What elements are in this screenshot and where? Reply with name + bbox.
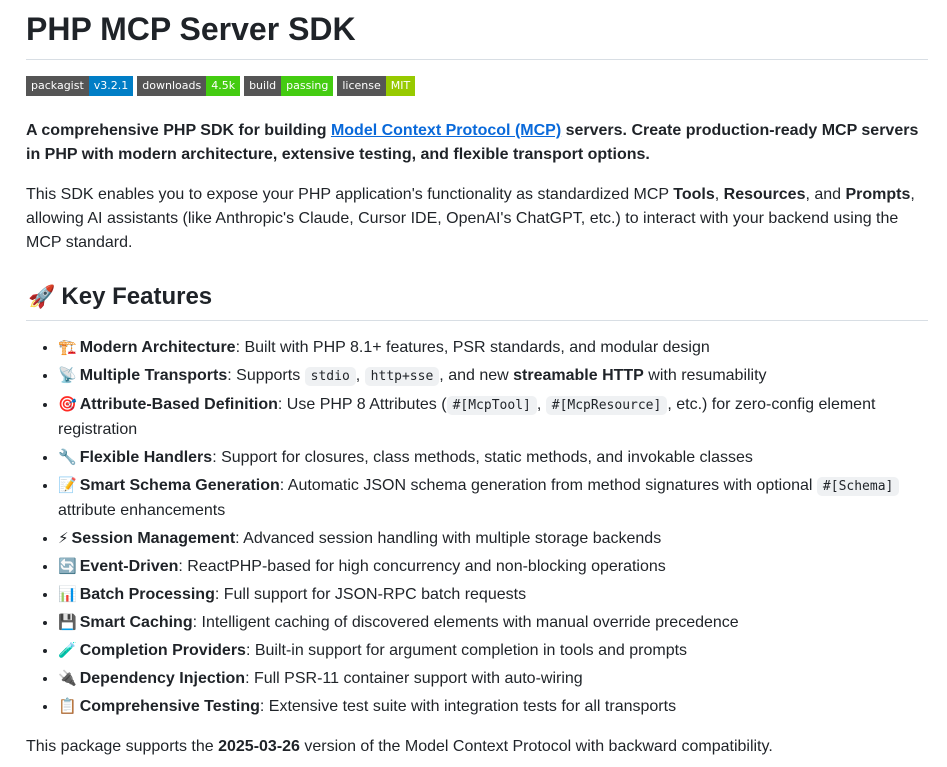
list-item: 🏗️Modern Architecture: Built with PHP 8.… (58, 336, 928, 360)
desc-bold: Tools (673, 186, 715, 203)
footer-text: This package supports the (26, 738, 219, 755)
satellite-icon: 📡 (58, 367, 77, 384)
list-item: 📊Batch Processing: Full support for JSON… (58, 583, 928, 607)
bar-chart-icon: 📊 (58, 586, 77, 603)
protocol-version: 2025-03-26 (218, 738, 300, 755)
desc-bold: Prompts (845, 186, 911, 203)
feature-title: Dependency Injection (79, 670, 246, 687)
badge-downloads[interactable]: downloads 4.5k (137, 76, 241, 96)
inline-code: #[Schema] (816, 477, 900, 496)
description-paragraph: This SDK enables you to expose your PHP … (26, 183, 928, 255)
rocket-icon: 🚀 (28, 284, 56, 309)
test-tube-icon: 🧪 (58, 642, 77, 659)
feature-text: , (355, 367, 365, 384)
footer-paragraph: This package supports the 2025-03-26 ver… (26, 735, 928, 759)
feature-title: Comprehensive Testing (79, 698, 260, 715)
wrench-icon: 🔧 (58, 449, 77, 466)
mcp-link[interactable]: Model Context Protocol (MCP) (331, 122, 561, 139)
badge-row: packagist v3.2.1 downloads 4.5k build pa… (26, 76, 928, 96)
inline-code: http+sse (364, 367, 440, 386)
feature-text: : Use PHP 8 Attributes ( (277, 396, 447, 413)
feature-text: : Full support for JSON-RPC batch reques… (214, 586, 527, 603)
badge-label: packagist (26, 76, 89, 96)
inline-code: #[McpResource] (545, 396, 668, 415)
list-item: 💾Smart Caching: Intelligent caching of d… (58, 611, 928, 635)
feature-text: : Support for closures, class methods, s… (212, 449, 753, 466)
badge-value: v3.2.1 (88, 76, 134, 96)
list-item: 🔄Event-Driven: ReactPHP-based for high c… (58, 555, 928, 579)
list-item: 🧪Completion Providers: Built-in support … (58, 639, 928, 663)
badge-label: build (244, 76, 282, 96)
feature-text: : Built with PHP 8.1+ features, PSR stan… (235, 339, 710, 356)
inline-code: stdio (304, 367, 356, 386)
list-item: ⚡Session Management: Advanced session ha… (58, 527, 928, 551)
badge-packagist[interactable]: packagist v3.2.1 (26, 76, 134, 96)
badge-license[interactable]: license MIT (337, 76, 416, 96)
lightning-icon: ⚡ (58, 530, 69, 547)
feature-text: : Automatic JSON schema generation from … (279, 477, 817, 494)
feature-title: Smart Caching (79, 614, 193, 631)
page-title: PHP MCP Server SDK (26, 0, 928, 60)
feature-text: : Supports (227, 367, 305, 384)
list-item: 📝Smart Schema Generation: Automatic JSON… (58, 474, 928, 523)
feature-title: Flexible Handlers (79, 449, 213, 466)
badge-value: 4.5k (206, 76, 241, 96)
feature-title: Multiple Transports (79, 367, 228, 384)
intro-prefix: A comprehensive PHP SDK for building (26, 122, 331, 139)
feature-text: : Built-in support for argument completi… (245, 642, 688, 659)
desc-bold: Resources (723, 186, 806, 203)
feature-text: : Advanced session handling with multipl… (235, 530, 662, 547)
feature-text: : Extensive test suite with integration … (259, 698, 677, 715)
readme: PHP MCP Server SDK packagist v3.2.1 down… (0, 0, 947, 759)
badge-value: MIT (385, 76, 416, 96)
feature-title: Session Management (71, 530, 236, 547)
feature-text: : ReactPHP-based for high concurrency an… (178, 558, 666, 575)
feature-title: Completion Providers (79, 642, 246, 659)
feature-text: with resumability (643, 367, 767, 384)
features-heading: 🚀 Key Features (26, 280, 928, 321)
intro-paragraph: A comprehensive PHP SDK for building Mod… (26, 119, 928, 167)
feature-title: Smart Schema Generation (79, 477, 280, 494)
feature-title: Event-Driven (79, 558, 179, 575)
clipboard-icon: 📋 (58, 698, 77, 715)
refresh-icon: 🔄 (58, 558, 77, 575)
feature-title: Modern Architecture (79, 339, 236, 356)
badge-label: downloads (137, 76, 207, 96)
floppy-disk-icon: 💾 (58, 614, 77, 631)
construction-icon: 🏗️ (58, 339, 77, 356)
feature-text: : Intelligent caching of discovered elem… (192, 614, 739, 631)
list-item: 🔌Dependency Injection: Full PSR-11 conta… (58, 667, 928, 691)
features-heading-text: Key Features (61, 283, 213, 310)
list-item: 📋Comprehensive Testing: Extensive test s… (58, 695, 928, 719)
plug-icon: 🔌 (58, 670, 77, 687)
feature-text: : Full PSR-11 container support with aut… (245, 670, 583, 687)
badge-value: passing (281, 76, 334, 96)
badge-build[interactable]: build passing (244, 76, 334, 96)
feature-title: Batch Processing (79, 586, 215, 603)
list-item: 🔧Flexible Handlers: Support for closures… (58, 446, 928, 470)
badge-label: license (337, 76, 386, 96)
footer-text: version of the Model Context Protocol wi… (299, 738, 773, 755)
feature-title: Attribute-Based Definition (79, 396, 278, 413)
desc-text: , and (805, 186, 846, 203)
feature-text: attribute enhancements (58, 502, 226, 519)
list-item: 📡Multiple Transports: Supports stdio, ht… (58, 364, 928, 389)
feature-bold: streamable HTTP (513, 367, 644, 384)
list-item: 🎯Attribute-Based Definition: Use PHP 8 A… (58, 393, 928, 442)
features-list: 🏗️Modern Architecture: Built with PHP 8.… (26, 336, 928, 719)
desc-text: This SDK enables you to expose your PHP … (26, 186, 674, 203)
feature-text: , and new (439, 367, 514, 384)
target-icon: 🎯 (58, 396, 77, 413)
desc-text: , (714, 186, 724, 203)
inline-code: #[McpTool] (446, 396, 537, 415)
memo-icon: 📝 (58, 477, 77, 494)
feature-text: , (536, 396, 546, 413)
